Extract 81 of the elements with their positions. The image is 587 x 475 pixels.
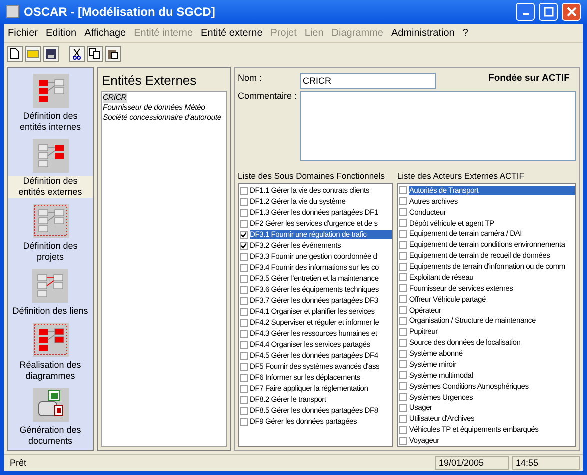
checkbox[interactable] bbox=[399, 328, 408, 336]
sidebar-item[interactable]: Définition des entités externes bbox=[8, 176, 93, 198]
checkbox[interactable] bbox=[399, 360, 408, 368]
sidebar-item[interactable]: Génération des documents bbox=[8, 425, 93, 447]
checkbox[interactable] bbox=[240, 330, 248, 338]
list-title: Liste des Acteurs Externes ACTIF bbox=[397, 171, 526, 181]
window-title: OSCAR - [Modélisation du SGCD] bbox=[24, 5, 216, 19]
menu-item[interactable]: Entité externe bbox=[201, 28, 263, 38]
checkbox[interactable] bbox=[240, 242, 248, 250]
sidebar-item[interactable]: Définition des entités internes bbox=[8, 111, 93, 133]
checkbox[interactable] bbox=[399, 295, 408, 304]
checkbox[interactable] bbox=[240, 362, 248, 370]
checkbox[interactable] bbox=[399, 371, 408, 380]
checkbox[interactable] bbox=[399, 306, 408, 314]
checkbox[interactable] bbox=[240, 198, 248, 206]
checkbox[interactable] bbox=[240, 384, 248, 392]
copy-icon[interactable] bbox=[87, 46, 103, 62]
checkbox[interactable] bbox=[399, 208, 408, 216]
menu-item[interactable]: Fichier bbox=[8, 28, 38, 38]
sidebar-item[interactable]: Définition des liens bbox=[10, 306, 90, 317]
checkbox[interactable] bbox=[399, 316, 408, 325]
checkbox[interactable] bbox=[240, 186, 248, 194]
checkbox[interactable] bbox=[240, 308, 248, 316]
checkbox[interactable] bbox=[240, 418, 248, 426]
checkbox[interactable] bbox=[399, 338, 408, 347]
checkbox[interactable] bbox=[399, 414, 408, 423]
comment-field[interactable] bbox=[300, 91, 576, 161]
new-file-icon[interactable] bbox=[7, 46, 23, 62]
checkbox[interactable] bbox=[240, 208, 248, 216]
status-date: 19/01/2005 bbox=[435, 456, 509, 470]
menu-item[interactable]: Affichage bbox=[84, 28, 126, 38]
checkbox[interactable] bbox=[399, 404, 408, 412]
checkbox[interactable] bbox=[399, 230, 408, 238]
checkbox[interactable] bbox=[399, 426, 408, 434]
name-field[interactable]: CRICR bbox=[300, 73, 436, 89]
name-label: Nom : bbox=[238, 73, 264, 83]
cut-icon[interactable] bbox=[69, 46, 85, 62]
checkbox[interactable] bbox=[240, 264, 248, 272]
checkbox[interactable] bbox=[399, 273, 408, 282]
sidebar-item[interactable]: Définition des projets bbox=[8, 241, 93, 263]
menu-item[interactable]: ? bbox=[462, 28, 468, 38]
checkbox[interactable] bbox=[399, 350, 408, 358]
list-title: Liste des Sous Domaines Fonctionnels bbox=[238, 171, 386, 181]
checkbox[interactable] bbox=[240, 252, 248, 260]
checkbox[interactable] bbox=[399, 436, 408, 445]
sidebar-item[interactable]: Réalisation des diagrammes bbox=[8, 360, 93, 382]
menu-item[interactable]: Administration bbox=[391, 28, 455, 38]
checkbox[interactable] bbox=[240, 230, 248, 238]
checkbox[interactable] bbox=[399, 240, 408, 249]
app-icon bbox=[6, 5, 20, 19]
menu-item[interactable]: Edition bbox=[46, 28, 77, 38]
checkbox[interactable] bbox=[240, 396, 248, 404]
checkbox[interactable] bbox=[399, 262, 408, 271]
checkbox[interactable] bbox=[240, 220, 248, 228]
checkbox[interactable] bbox=[240, 340, 248, 348]
checkbox[interactable] bbox=[399, 393, 408, 402]
checkbox[interactable] bbox=[240, 274, 248, 282]
checkbox[interactable] bbox=[240, 374, 248, 382]
close-icon bbox=[566, 7, 576, 17]
minimize-button[interactable] bbox=[516, 3, 535, 21]
checkbox[interactable] bbox=[399, 252, 408, 260]
checkbox[interactable] bbox=[240, 406, 248, 414]
checkbox[interactable] bbox=[399, 186, 408, 194]
save-icon[interactable] bbox=[43, 46, 59, 62]
close-button[interactable] bbox=[562, 3, 581, 21]
maximize-icon bbox=[544, 7, 554, 17]
comment-label: Commentaire : bbox=[238, 91, 296, 101]
checkbox[interactable] bbox=[240, 318, 248, 326]
checkbox[interactable] bbox=[399, 219, 408, 228]
panel-title: Entités Externes bbox=[101, 72, 198, 90]
maximize-button[interactable] bbox=[539, 3, 558, 21]
checkbox[interactable] bbox=[399, 382, 408, 390]
paste-icon[interactable] bbox=[105, 46, 121, 62]
checkbox[interactable] bbox=[399, 197, 408, 206]
basis-label: Fondée sur ACTIF bbox=[488, 73, 571, 84]
checkbox[interactable] bbox=[240, 286, 248, 294]
checkbox[interactable] bbox=[399, 284, 408, 292]
status-text: Prêt bbox=[9, 457, 28, 469]
status-time: 14:55 bbox=[512, 456, 580, 470]
checkbox[interactable] bbox=[240, 352, 248, 360]
checkbox[interactable] bbox=[240, 296, 248, 304]
